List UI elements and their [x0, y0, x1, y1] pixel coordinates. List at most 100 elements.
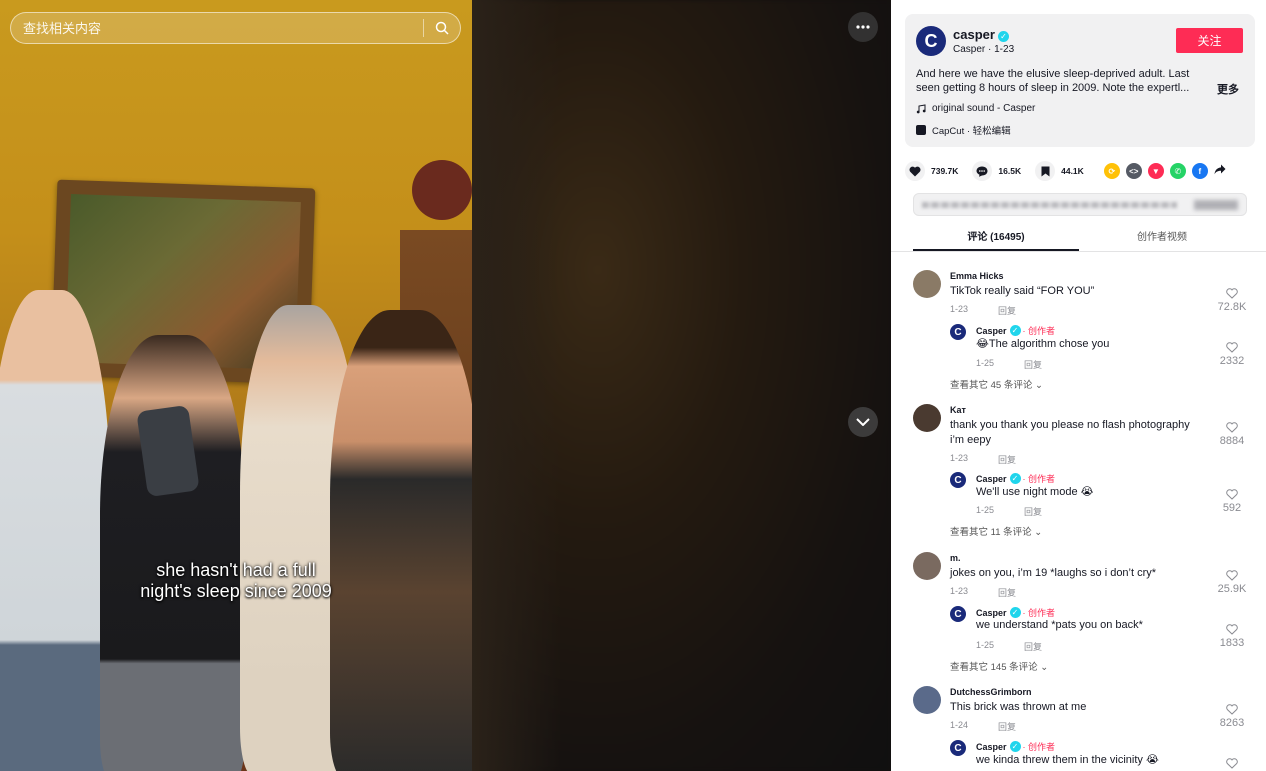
creator-tag: · 创作者 [1022, 326, 1056, 336]
reply-avatar[interactable]: C [950, 740, 966, 756]
video-person-1 [0, 290, 110, 771]
comment-like[interactable]: 8263 [1212, 704, 1252, 729]
sound-name[interactable]: original sound - Casper [932, 103, 1035, 114]
view-more-replies[interactable]: 查看其它 145 条评论 ⌄ [950, 659, 1048, 673]
save-count: 44.1K [1061, 166, 1084, 176]
reply-author[interactable]: Casper ✓ · 创作者 [976, 606, 1055, 619]
reply-avatar[interactable]: C [950, 324, 966, 340]
comment-date: 1-23 [950, 304, 969, 314]
reply-author-name[interactable]: Casper [976, 326, 1007, 336]
view-more-replies[interactable]: 查看其它 45 条评论 ⌄ [950, 377, 1043, 391]
comment-icon [972, 161, 993, 181]
reply-like-count: 592 [1222, 502, 1242, 514]
view-more-label[interactable]: 查看其它 45 条评论 [950, 380, 1032, 391]
comment-reply-button[interactable]: 回复 [998, 453, 1016, 466]
capcut-icon [916, 125, 926, 135]
reply-author-name[interactable]: Casper [976, 608, 1007, 618]
video-player[interactable]: she hasn't had a full night's sleep sinc… [0, 0, 472, 771]
next-video-button[interactable] [848, 407, 878, 437]
comment-like[interactable]: 72.8K [1212, 288, 1252, 313]
chevron-down-icon: ⌄ [1034, 527, 1043, 538]
repost-icon[interactable]: ⟳ [1103, 163, 1120, 179]
embed-icon[interactable]: <> [1125, 163, 1142, 179]
reply-author[interactable]: Casper ✓ · 创作者 [976, 740, 1055, 753]
commenter-name[interactable]: DutchessGrimborn [950, 687, 1032, 697]
view-more-label[interactable]: 查看其它 145 条评论 [950, 662, 1038, 673]
share-arrow-icon[interactable] [1214, 162, 1226, 180]
more-options-button[interactable] [848, 12, 878, 42]
commenter-avatar[interactable] [913, 552, 941, 580]
tab-comments[interactable]: 评论 (16495) [913, 226, 1079, 251]
reply-reply-button[interactable]: 回复 [1024, 358, 1042, 371]
reply-author[interactable]: Casper ✓ · 创作者 [976, 472, 1055, 485]
commenter-name[interactable]: m. [950, 553, 961, 563]
bookmark-icon [1035, 161, 1056, 181]
comment-like[interactable]: 25.9K [1212, 570, 1252, 595]
reply-author-name[interactable]: Casper [976, 742, 1007, 752]
reply-author[interactable]: Casper ✓ · 创作者 [976, 324, 1055, 337]
reply-like[interactable]: 592 [1212, 489, 1252, 514]
search-input[interactable] [11, 20, 423, 36]
reply-like[interactable]: 2332 [1212, 342, 1252, 367]
heart-outline-icon [1226, 422, 1238, 433]
commenter-avatar[interactable] [913, 404, 941, 432]
sound-row[interactable]: original sound - Casper [916, 103, 1035, 114]
capcut-label[interactable]: CapCut · 轻松编辑 [932, 123, 1011, 137]
comment-action[interactable]: 16.5K [972, 161, 1021, 181]
whatsapp-icon[interactable]: ✆ [1169, 163, 1186, 179]
comment-like-count: 8263 [1219, 717, 1245, 729]
search-bar [10, 12, 461, 44]
blurred-link [922, 202, 1177, 208]
verified-badge-icon: ✓ [1009, 741, 1021, 752]
reply-like[interactable] [1212, 758, 1252, 771]
like-count: 739.7K [931, 166, 959, 176]
view-more-label[interactable]: 查看其它 11 条评论 [950, 527, 1032, 538]
ellipsis-icon [856, 25, 870, 29]
comment-like[interactable]: 8884 [1212, 422, 1252, 447]
video-area: she hasn't had a full night's sleep sinc… [0, 0, 891, 771]
video-description: And here we have the elusive sleep-depri… [916, 68, 1190, 94]
video-scene-pot [412, 160, 472, 220]
search-icon[interactable] [424, 13, 460, 43]
like-action[interactable]: 739.7K [905, 161, 958, 181]
reply-author-name[interactable]: Casper [976, 474, 1007, 484]
reply-like-count: 1833 [1219, 637, 1245, 649]
reply-reply-button[interactable]: 回复 [1024, 640, 1042, 653]
comment-text: jokes on you, i’m 19 *laughs so i don’t … [950, 567, 1157, 579]
video-link-box[interactable] [913, 193, 1247, 216]
description-more-link[interactable]: 更多 [1217, 81, 1239, 97]
verified-badge-icon: ✓ [997, 31, 1009, 42]
side-panel: C casper ✓ Casper · 1-23 关注 And here we h… [891, 0, 1266, 771]
commenter-name[interactable]: Kат [950, 405, 966, 415]
view-more-replies[interactable]: 查看其它 11 条评论 ⌄ [950, 524, 1042, 538]
capcut-row[interactable]: CapCut · 轻松编辑 [916, 123, 1011, 137]
reply-like[interactable]: 1833 [1212, 624, 1252, 649]
author-avatar[interactable]: C [916, 26, 946, 56]
reply-reply-button[interactable]: 回复 [1024, 505, 1042, 518]
reply-avatar[interactable]: C [950, 606, 966, 622]
comment-reply-button[interactable]: 回复 [998, 720, 1016, 733]
comment-date: 1-24 [950, 720, 969, 730]
copy-link-button[interactable] [1194, 200, 1238, 210]
chevron-down-icon: ⌄ [1040, 662, 1049, 673]
reply-text: we understand *pats you on back* [976, 619, 1143, 631]
comment-reply-button[interactable]: 回复 [998, 586, 1016, 599]
author-name-row[interactable]: casper ✓ [953, 27, 1009, 42]
chevron-down-icon [856, 418, 870, 426]
reply-date: 1-25 [976, 505, 995, 515]
comment-date: 1-23 [950, 453, 969, 463]
facebook-icon[interactable]: f [1191, 163, 1208, 179]
reply-avatar[interactable]: C [950, 472, 966, 488]
comment-reply-button[interactable]: 回复 [998, 304, 1016, 317]
page-root: she hasn't had a full night's sleep sinc… [0, 0, 1266, 771]
commenter-avatar[interactable] [913, 270, 941, 298]
follow-button[interactable]: 关注 [1176, 28, 1243, 53]
commenter-name[interactable]: Emma Hicks [950, 271, 1004, 281]
video-background-shade [472, 0, 562, 771]
commenter-avatar[interactable] [913, 686, 941, 714]
tab-creator-videos[interactable]: 创作者视频 [1079, 226, 1245, 251]
caption-line-1: she hasn't had a full [156, 560, 316, 580]
author-display-name[interactable]: casper [953, 27, 995, 42]
send-icon[interactable]: ▼ [1147, 163, 1164, 179]
save-action[interactable]: 44.1K [1035, 161, 1084, 181]
